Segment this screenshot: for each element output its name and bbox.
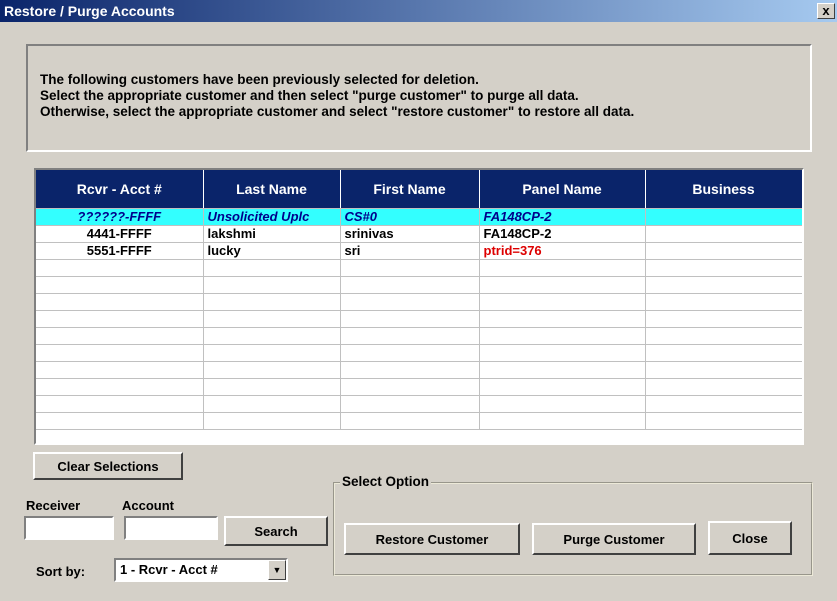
search-button[interactable]: Search — [224, 516, 328, 546]
clear-selections-button[interactable]: Clear Selections — [33, 452, 183, 480]
column-header-first-name[interactable]: First Name — [340, 170, 480, 209]
table-row[interactable]: 4441-FFFF lakshmi srinivas FA148CP-2 — [36, 225, 802, 243]
table-row[interactable]: 5551-FFFF lucky sri ptrid=376 — [36, 242, 802, 260]
select-option-label: Select Option — [340, 474, 432, 489]
sort-by-select[interactable]: 1 - Rcvr - Acct # ▼ — [114, 558, 288, 582]
restore-customer-button[interactable]: Restore Customer — [344, 523, 520, 555]
cell-rcvr-acct: 5551-FFFF — [36, 242, 204, 260]
clear-selections-label: Clear Selections — [57, 458, 159, 474]
cell-panel-name: FA148CP-2 — [479, 225, 646, 243]
close-window-icon[interactable]: x — [817, 3, 835, 19]
info-line-1: The following customers have been previo… — [40, 72, 479, 87]
info-line-2: Select the appropriate customer and then… — [40, 88, 579, 103]
empty-row[interactable] — [36, 276, 802, 294]
search-label: Search — [254, 523, 298, 539]
purge-customer-button[interactable]: Purge Customer — [532, 523, 696, 555]
column-header-rcvr-acct[interactable]: Rcvr - Acct # — [36, 170, 204, 209]
accounts-grid[interactable]: Rcvr - Acct # Last Name First Name Panel… — [34, 168, 804, 445]
cell-last-name: lucky — [203, 242, 341, 260]
title-bar: Restore / Purge Accounts x — [0, 0, 837, 22]
cell-rcvr-acct: 4441-FFFF — [36, 225, 204, 243]
close-label: Close — [732, 530, 768, 546]
sort-by-label: Sort by: — [36, 564, 86, 579]
receiver-input[interactable] — [24, 516, 114, 540]
empty-row[interactable] — [36, 378, 802, 396]
info-panel: The following customers have been previo… — [26, 44, 812, 152]
window-title: Restore / Purge Accounts — [4, 3, 175, 19]
cell-rcvr-acct: ??????-FFFF — [36, 208, 204, 226]
cell-business — [645, 242, 802, 260]
table-row[interactable]: ??????-FFFF Unsolicited Uplc CS#0 FA148C… — [36, 208, 802, 226]
column-header-last-name[interactable]: Last Name — [203, 170, 341, 209]
account-label: Account — [122, 498, 174, 513]
column-header-panel-name[interactable]: Panel Name — [479, 170, 646, 209]
cell-first-name: srinivas — [340, 225, 480, 243]
purge-customer-label: Purge Customer — [563, 531, 665, 547]
cell-last-name: lakshmi — [203, 225, 341, 243]
empty-row[interactable] — [36, 395, 802, 413]
sort-by-value: 1 - Rcvr - Acct # — [120, 562, 218, 577]
cell-first-name: CS#0 — [340, 208, 480, 226]
empty-row[interactable] — [36, 259, 802, 277]
close-button[interactable]: Close — [708, 521, 792, 555]
empty-row[interactable] — [36, 293, 802, 311]
grid-header-row: Rcvr - Acct # Last Name First Name Panel… — [36, 170, 802, 209]
receiver-label: Receiver — [26, 498, 81, 513]
empty-row[interactable] — [36, 361, 802, 379]
column-header-business[interactable]: Business — [645, 170, 802, 209]
info-line-3: Otherwise, select the appropriate custom… — [40, 104, 635, 119]
cell-first-name: sri — [340, 242, 480, 260]
cell-panel-name: FA148CP-2 — [479, 208, 646, 226]
restore-purge-dialog: Restore / Purge Accounts x The following… — [0, 0, 837, 601]
empty-row[interactable] — [36, 310, 802, 328]
account-input[interactable] — [124, 516, 218, 540]
cell-business — [645, 225, 802, 243]
cell-business — [645, 208, 802, 226]
empty-row[interactable] — [36, 412, 802, 430]
empty-row[interactable] — [36, 327, 802, 345]
dropdown-arrow-icon[interactable]: ▼ — [268, 560, 286, 580]
cell-panel-name: ptrid=376 — [479, 242, 646, 260]
info-text: The following customers have been previo… — [40, 72, 634, 120]
empty-row[interactable] — [36, 344, 802, 362]
cell-last-name: Unsolicited Uplc — [203, 208, 341, 226]
restore-customer-label: Restore Customer — [375, 531, 489, 547]
